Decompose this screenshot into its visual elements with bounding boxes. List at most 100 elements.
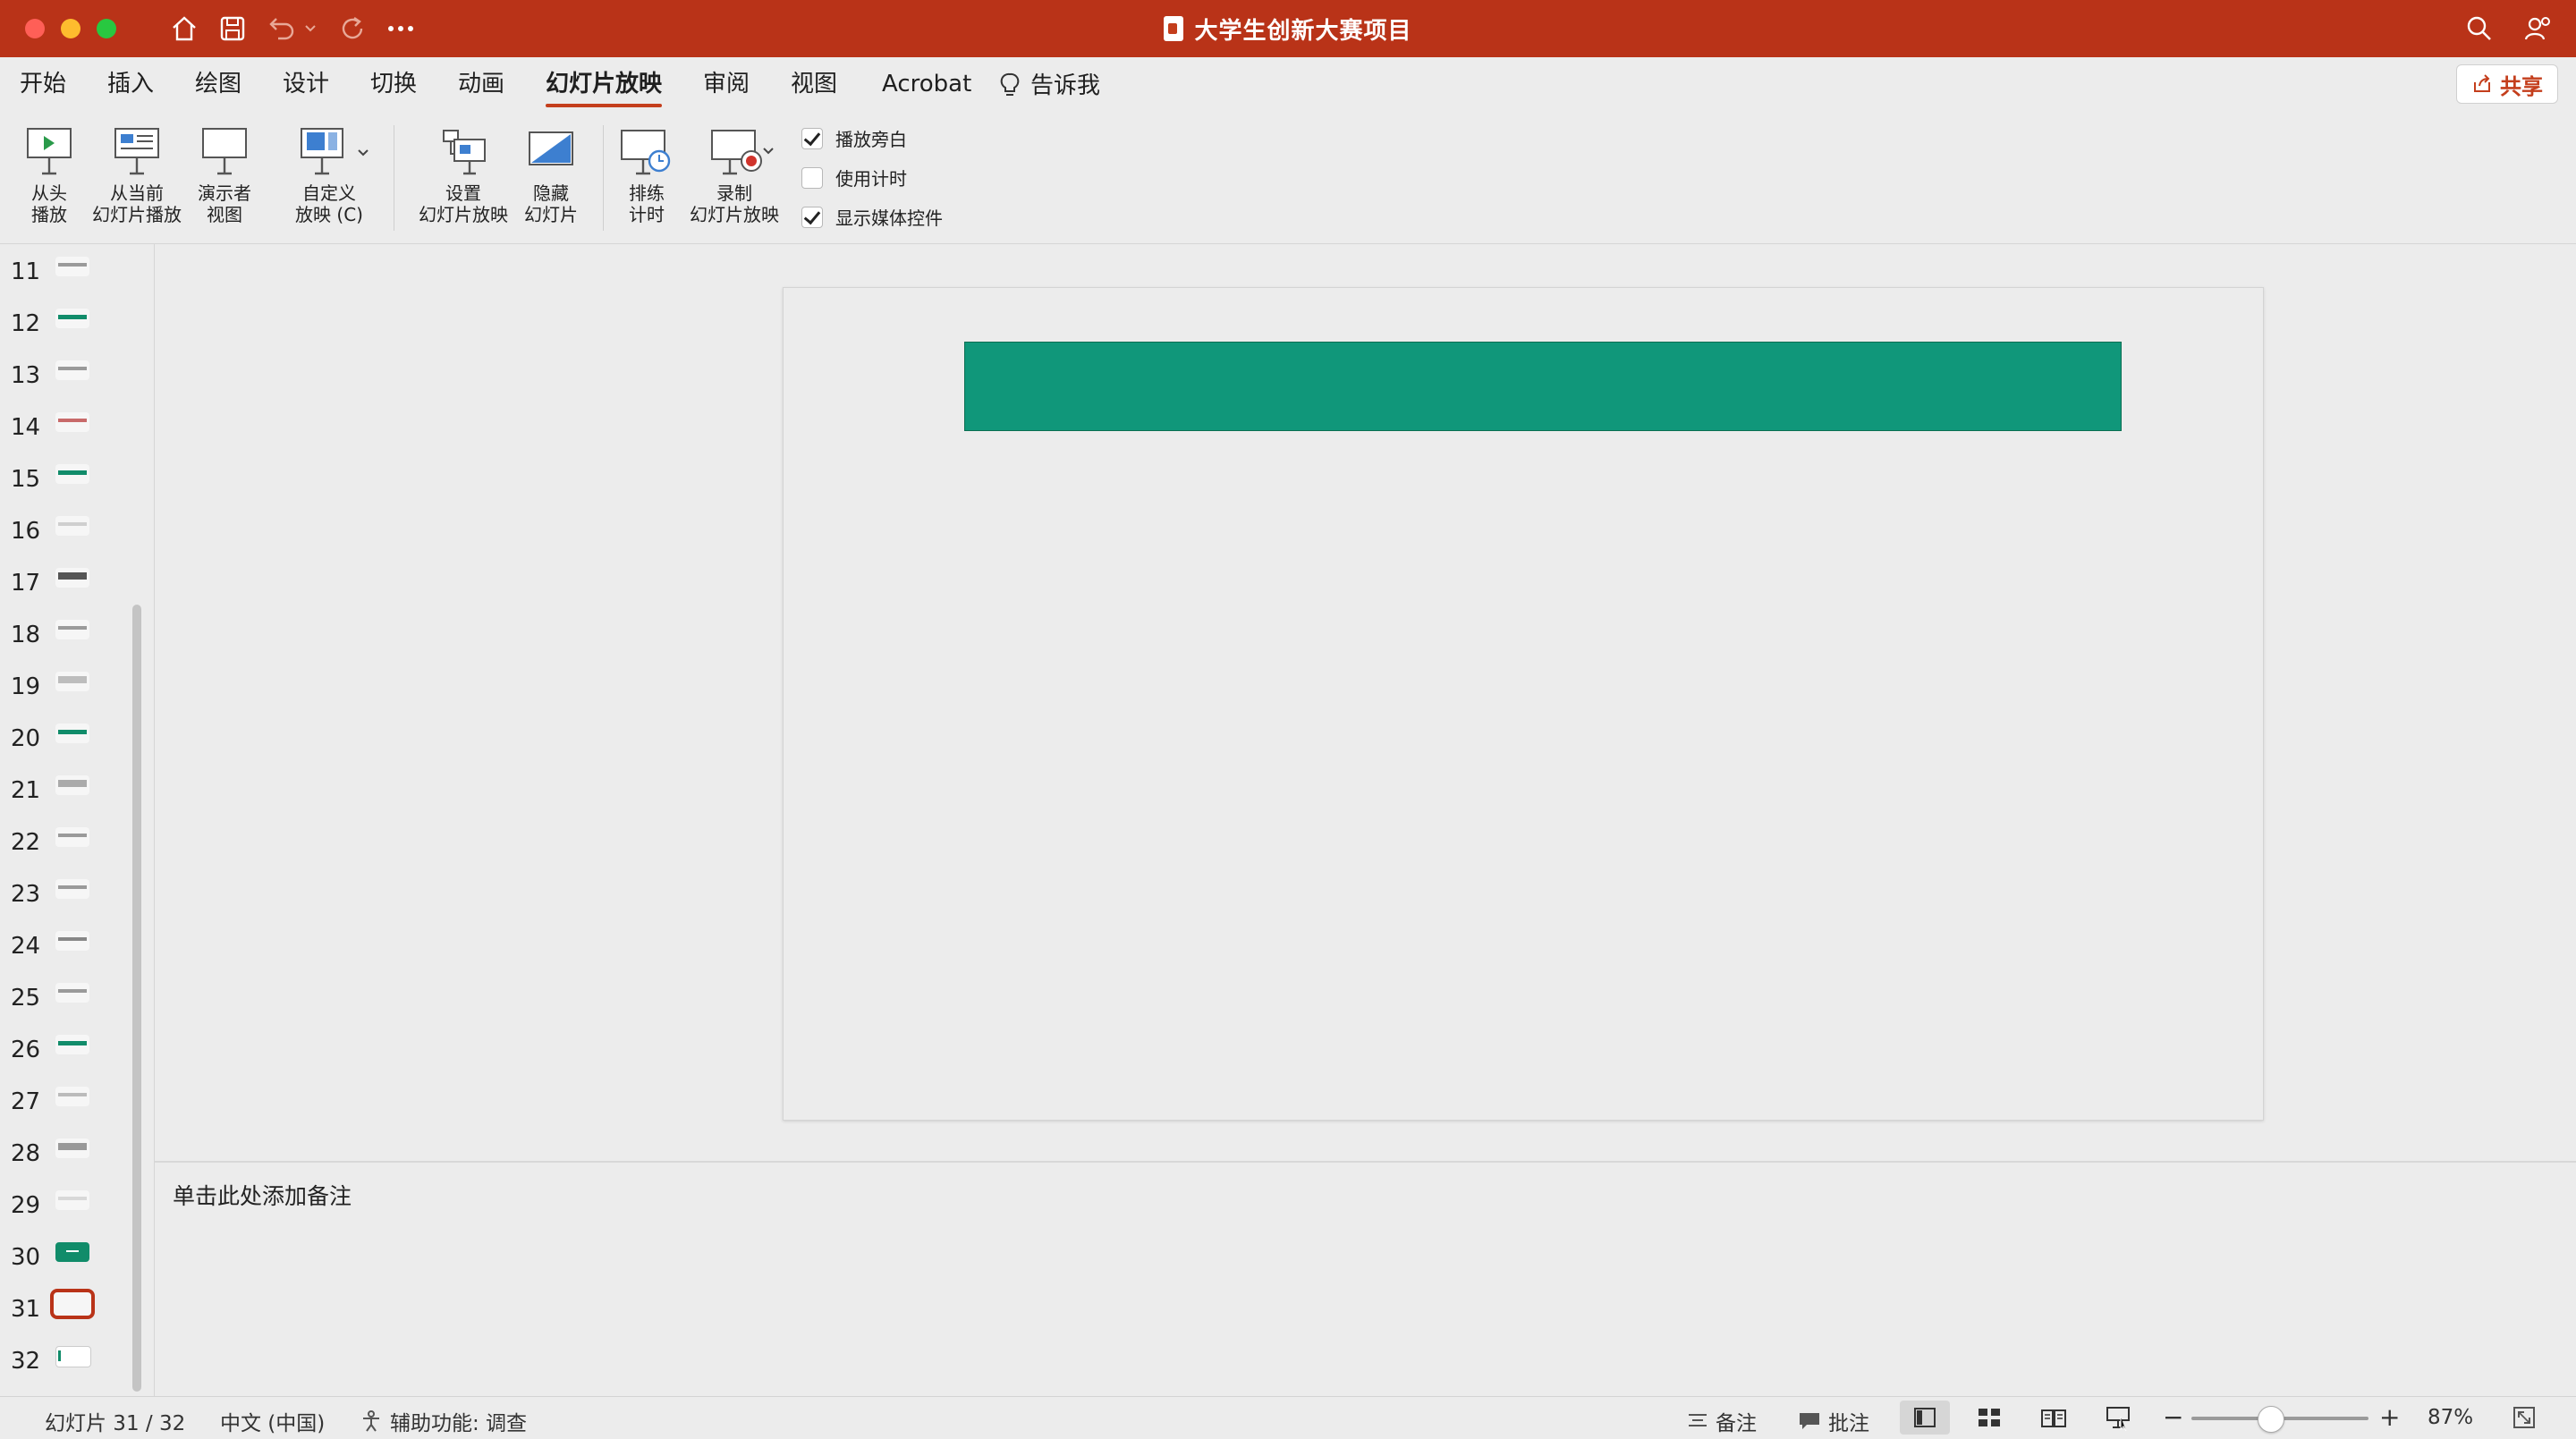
- slide-number: 23: [11, 881, 41, 908]
- slide-thumbnail-image: [55, 672, 89, 691]
- current-slide[interactable]: [783, 287, 2264, 1121]
- slide-thumbnail-image: [55, 1035, 89, 1054]
- redo-icon[interactable]: [335, 11, 370, 47]
- search-icon[interactable]: [2462, 11, 2497, 47]
- play-narrations-checkbox[interactable]: 播放旁白: [801, 125, 907, 151]
- slide-thumbnail-selected[interactable]: 31: [0, 1282, 143, 1333]
- home-icon[interactable]: [166, 11, 202, 47]
- tab-view[interactable]: 视图: [791, 68, 837, 104]
- slide-thumbnail[interactable]: 23: [0, 867, 143, 918]
- show-media-controls-checkbox[interactable]: 显示媒体控件: [801, 204, 943, 230]
- zoom-slider-handle[interactable]: [2258, 1406, 2284, 1433]
- presenter-view-label: 演示者 视图: [198, 182, 251, 225]
- zoom-level[interactable]: 87%: [2428, 1406, 2473, 1429]
- slide-number: 20: [11, 725, 41, 752]
- slide-thumbnail[interactable]: 22: [0, 815, 143, 867]
- from-beginning-label: 从头 播放: [31, 182, 67, 225]
- use-timings-checkbox[interactable]: 使用计时: [801, 165, 907, 190]
- slide-thumbnail[interactable]: 14: [0, 400, 143, 452]
- slide-thumbnail[interactable]: 17: [0, 555, 143, 607]
- from-beginning-button[interactable]: 从头 播放: [14, 122, 84, 225]
- slide-thumbnail[interactable]: 26: [0, 1022, 143, 1074]
- slide-thumbnail[interactable]: 19: [0, 659, 143, 711]
- hide-slide-icon: [519, 122, 583, 182]
- maximize-window-button[interactable]: [97, 19, 116, 38]
- tab-draw[interactable]: 绘图: [195, 68, 242, 104]
- powerpoint-document-icon: [1164, 16, 1184, 41]
- zoom-out-button[interactable]: −: [2163, 1402, 2183, 1432]
- slide-number: 32: [11, 1348, 41, 1375]
- slide-show-view-button[interactable]: [2093, 1401, 2143, 1435]
- share-icon: [2474, 74, 2490, 92]
- rehearse-timings-icon: [617, 122, 676, 182]
- tab-tell-me[interactable]: 告诉我: [1000, 68, 1100, 104]
- accessibility-checker[interactable]: 辅助功能: 调查: [360, 1406, 527, 1436]
- custom-show-icon: [283, 122, 376, 182]
- slide-thumbnail[interactable]: 29: [0, 1178, 143, 1230]
- slide-editor[interactable]: [155, 244, 2576, 1160]
- slide-thumbnail[interactable]: 13: [0, 348, 143, 400]
- slide-number: 15: [11, 466, 41, 493]
- tab-animations[interactable]: 动画: [458, 68, 504, 104]
- tab-insert[interactable]: 插入: [107, 68, 154, 104]
- tab-slide-show[interactable]: 幻灯片放映: [546, 68, 663, 107]
- slide-thumbnail[interactable]: 32: [0, 1333, 143, 1385]
- slide-number: 12: [11, 310, 41, 337]
- rehearse-timings-button[interactable]: 排练 计时: [617, 122, 676, 225]
- slide-thumbnail[interactable]: 30: [0, 1230, 143, 1282]
- hide-slide-button[interactable]: 隐藏 幻灯片: [519, 122, 583, 225]
- undo-dropdown-icon[interactable]: [299, 11, 322, 47]
- slide-thumbnail[interactable]: 12: [0, 296, 143, 348]
- notes-toggle-button[interactable]: 备注: [1687, 1406, 1757, 1436]
- fit-to-window-button[interactable]: [2499, 1401, 2549, 1435]
- ribbon-tabs: 开始 插入 绘图 设计 切换 动画 幻灯片放映 审阅 视图 Acrobat 告诉…: [0, 57, 2576, 113]
- zoom-in-button[interactable]: +: [2379, 1402, 2400, 1432]
- comments-toggle-button[interactable]: 批注: [1798, 1406, 1869, 1436]
- notes-pane[interactable]: 单击此处添加备注: [155, 1161, 2576, 1398]
- normal-view-button[interactable]: [1900, 1401, 1950, 1435]
- slide-show-icon: [2106, 1407, 2130, 1431]
- tab-transitions[interactable]: 切换: [370, 68, 417, 104]
- slide-thumbnail[interactable]: 21: [0, 763, 143, 815]
- slide-thumbnail-image: [55, 309, 89, 328]
- minimize-window-button[interactable]: [61, 19, 80, 38]
- slide-thumbnail[interactable]: 20: [0, 711, 143, 763]
- share-button[interactable]: 共享: [2456, 64, 2558, 104]
- slide-thumbnail[interactable]: 28: [0, 1126, 143, 1178]
- tab-design[interactable]: 设计: [283, 68, 329, 104]
- save-icon[interactable]: [215, 11, 250, 47]
- more-icon[interactable]: [383, 11, 419, 47]
- account-icon[interactable]: [2521, 11, 2556, 47]
- slide-thumbnail[interactable]: 18: [0, 607, 143, 659]
- slide-thumbnail[interactable]: 27: [0, 1074, 143, 1126]
- slide-thumbnail[interactable]: 24: [0, 918, 143, 970]
- slide-green-banner[interactable]: [964, 342, 2122, 431]
- reading-view-button[interactable]: [2029, 1401, 2079, 1435]
- notes-placeholder[interactable]: 单击此处添加备注: [173, 1179, 352, 1211]
- slide-number: 26: [11, 1037, 41, 1063]
- slide-number: 24: [11, 933, 41, 960]
- presenter-view-button[interactable]: 演示者 视图: [190, 122, 259, 225]
- close-window-button[interactable]: [25, 19, 45, 38]
- slide-number: 16: [11, 518, 41, 545]
- tab-home[interactable]: 开始: [20, 68, 66, 104]
- slide-sorter-view-button[interactable]: [1964, 1401, 2014, 1435]
- normal-view-icon: [1914, 1408, 1936, 1427]
- tab-acrobat[interactable]: Acrobat: [882, 68, 971, 104]
- slide-thumbnail-image: [55, 1242, 89, 1262]
- slide-thumbnail[interactable]: 11: [0, 244, 143, 296]
- slide-thumbnail[interactable]: 16: [0, 504, 143, 555]
- undo-icon[interactable]: [263, 11, 299, 47]
- slide-counter: 幻灯片 31 / 32: [45, 1412, 186, 1435]
- record-slide-show-button[interactable]: 录制 幻灯片放映: [682, 122, 787, 225]
- thumbnail-scrollbar[interactable]: [132, 605, 141, 1392]
- from-current-slide-button[interactable]: 从当前 幻灯片播放: [88, 122, 186, 225]
- set-up-slide-show-button[interactable]: 设置 幻灯片放映: [411, 122, 515, 225]
- comment-icon: [1800, 1413, 1819, 1429]
- slide-thumbnail[interactable]: 25: [0, 970, 143, 1022]
- slide-thumbnail-image: [55, 568, 89, 588]
- custom-show-button[interactable]: 自定义 放映 (C): [283, 122, 376, 225]
- language-indicator[interactable]: 中文 (中国): [220, 1406, 325, 1436]
- slide-thumbnail[interactable]: 15: [0, 452, 143, 504]
- tab-review[interactable]: 审阅: [703, 68, 750, 104]
